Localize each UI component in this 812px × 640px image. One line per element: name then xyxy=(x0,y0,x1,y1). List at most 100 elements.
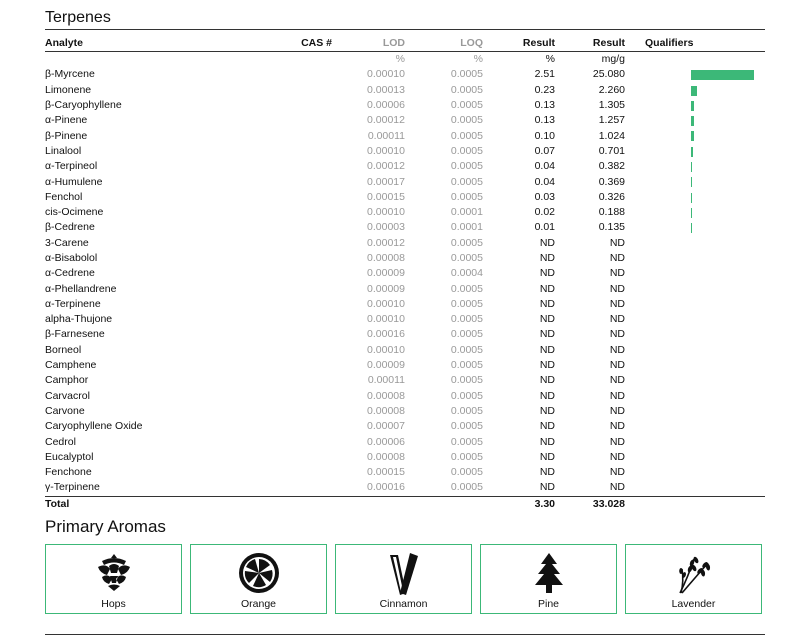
table-row: β-Caryophyllene 0.00006 0.0005 0.13 1.305 xyxy=(45,98,765,113)
header-cas: CAS # xyxy=(300,36,332,52)
result-mg-cell: 0.326 xyxy=(598,190,625,203)
result-bar xyxy=(691,85,697,96)
header-result-pct: Result xyxy=(483,36,555,52)
loq-cell: 0.0005 xyxy=(450,435,483,448)
lod-cell: 0.00010 xyxy=(367,313,405,326)
result-bar xyxy=(691,223,692,234)
result-pct-cell: 0.04 xyxy=(534,175,555,188)
table-row: alpha-Thujone 0.00010 0.0005 ND ND xyxy=(45,312,765,327)
result-bar xyxy=(691,70,754,81)
unit-result-pct: % xyxy=(545,53,555,66)
unit-loq: % xyxy=(473,53,483,66)
cas-cell xyxy=(300,67,332,82)
qualifiers-cell xyxy=(625,159,765,174)
analyte-cell: β-Pinene xyxy=(45,129,88,142)
analyte-cell: γ-Terpinene xyxy=(45,481,100,494)
lod-cell: 0.00016 xyxy=(367,481,405,494)
result-pct-cell: ND xyxy=(539,236,555,249)
result-mg-cell: ND xyxy=(609,267,625,280)
aroma-card-lavender: Lavender xyxy=(625,544,762,614)
table-row: Eucalyptol 0.00008 0.0005 ND ND xyxy=(45,450,765,465)
primary-aromas-title: Primary Aromas xyxy=(45,517,166,536)
result-mg-cell: 25.080 xyxy=(592,68,625,81)
table-row: β-Pinene 0.00011 0.0005 0.10 1.024 xyxy=(45,128,765,143)
result-pct-cell: ND xyxy=(539,343,555,356)
analyte-cell: α-Phellandrene xyxy=(45,282,117,295)
result-mg-cell: 0.369 xyxy=(598,175,625,188)
lod-cell: 0.00015 xyxy=(367,190,405,203)
table-row: β-Cedrene 0.00003 0.0001 0.01 0.135 xyxy=(45,220,765,235)
header-result-mg: Result xyxy=(555,36,625,52)
cas-cell xyxy=(300,83,332,98)
cas-cell xyxy=(300,389,332,404)
table-row: γ-Terpinene 0.00016 0.0005 ND ND xyxy=(45,480,765,496)
lod-cell: 0.00008 xyxy=(367,450,405,463)
analyte-cell: alpha-Thujone xyxy=(45,313,113,326)
loq-cell: 0.0005 xyxy=(450,343,483,356)
result-bar xyxy=(691,146,693,157)
loq-cell: 0.0005 xyxy=(450,190,483,203)
cas-cell xyxy=(300,98,332,113)
loq-cell: 0.0005 xyxy=(450,129,483,142)
cas-cell xyxy=(300,450,332,465)
header-loq: LOQ xyxy=(405,36,483,52)
table-row: Fenchol 0.00015 0.0005 0.03 0.326 xyxy=(45,190,765,205)
loq-cell: 0.0005 xyxy=(450,481,483,494)
cas-cell xyxy=(300,419,332,434)
lod-cell: 0.00016 xyxy=(367,328,405,341)
qualifiers-cell xyxy=(625,434,765,449)
result-pct-cell: 0.03 xyxy=(534,190,555,203)
analyte-cell: Camphor xyxy=(45,374,89,387)
aroma-card-pine: Pine xyxy=(480,544,617,614)
result-pct-cell: ND xyxy=(539,359,555,372)
table-row: α-Terpineol 0.00012 0.0005 0.04 0.382 xyxy=(45,159,765,174)
cas-cell xyxy=(300,312,332,327)
lod-cell: 0.00008 xyxy=(367,404,405,417)
lod-cell: 0.00010 xyxy=(367,206,405,219)
result-pct-cell: ND xyxy=(539,374,555,387)
table-row: α-Phellandrene 0.00009 0.0005 ND ND xyxy=(45,281,765,296)
result-bar xyxy=(691,131,694,142)
unit-result-mg: mg/g xyxy=(601,53,625,66)
bottom-rule xyxy=(45,634,765,635)
result-mg-cell: ND xyxy=(609,236,625,249)
analyte-cell: Camphene xyxy=(45,359,97,372)
loq-cell: 0.0005 xyxy=(450,68,483,81)
header-lod: LOD xyxy=(332,36,405,52)
result-mg-cell: ND xyxy=(609,282,625,295)
units-row: % % % mg/g xyxy=(45,52,765,68)
result-mg-cell: 1.024 xyxy=(598,129,625,142)
qualifiers-cell xyxy=(625,190,765,205)
lod-cell: 0.00011 xyxy=(367,129,405,142)
result-mg-cell: ND xyxy=(609,481,625,494)
analyte-cell: α-Pinene xyxy=(45,114,88,127)
cas-cell xyxy=(300,297,332,312)
result-pct-cell: ND xyxy=(539,404,555,417)
result-bar xyxy=(691,100,695,111)
lod-cell: 0.00006 xyxy=(367,99,405,112)
lod-cell: 0.00015 xyxy=(367,466,405,479)
table-row: Camphor 0.00011 0.0005 ND ND xyxy=(45,373,765,388)
qualifiers-cell xyxy=(625,450,765,465)
cinnamon-icon xyxy=(389,553,418,595)
total-mg: 33.028 xyxy=(555,495,625,512)
loq-cell: 0.0005 xyxy=(450,160,483,173)
cas-cell xyxy=(300,174,332,189)
lod-cell: 0.00009 xyxy=(367,267,405,280)
cas-cell xyxy=(300,266,332,281)
aroma-card-hops: Hops xyxy=(45,544,182,614)
loq-cell: 0.0005 xyxy=(450,297,483,310)
qualifiers-cell xyxy=(625,297,765,312)
result-pct-cell: 0.07 xyxy=(534,144,555,157)
aroma-label-cinnamon: Cinnamon xyxy=(379,598,428,610)
aroma-card-orange: Orange xyxy=(190,544,327,614)
aroma-label-lavender: Lavender xyxy=(671,598,716,610)
cas-cell xyxy=(300,404,332,419)
analyte-cell: Fenchone xyxy=(45,466,92,479)
loq-cell: 0.0005 xyxy=(450,389,483,402)
loq-cell: 0.0005 xyxy=(450,144,483,157)
result-pct-cell: 2.51 xyxy=(534,68,555,81)
analyte-cell: α-Cedrene xyxy=(45,267,95,280)
analyte-cell: Cedrol xyxy=(45,435,76,448)
loq-cell: 0.0005 xyxy=(450,99,483,112)
